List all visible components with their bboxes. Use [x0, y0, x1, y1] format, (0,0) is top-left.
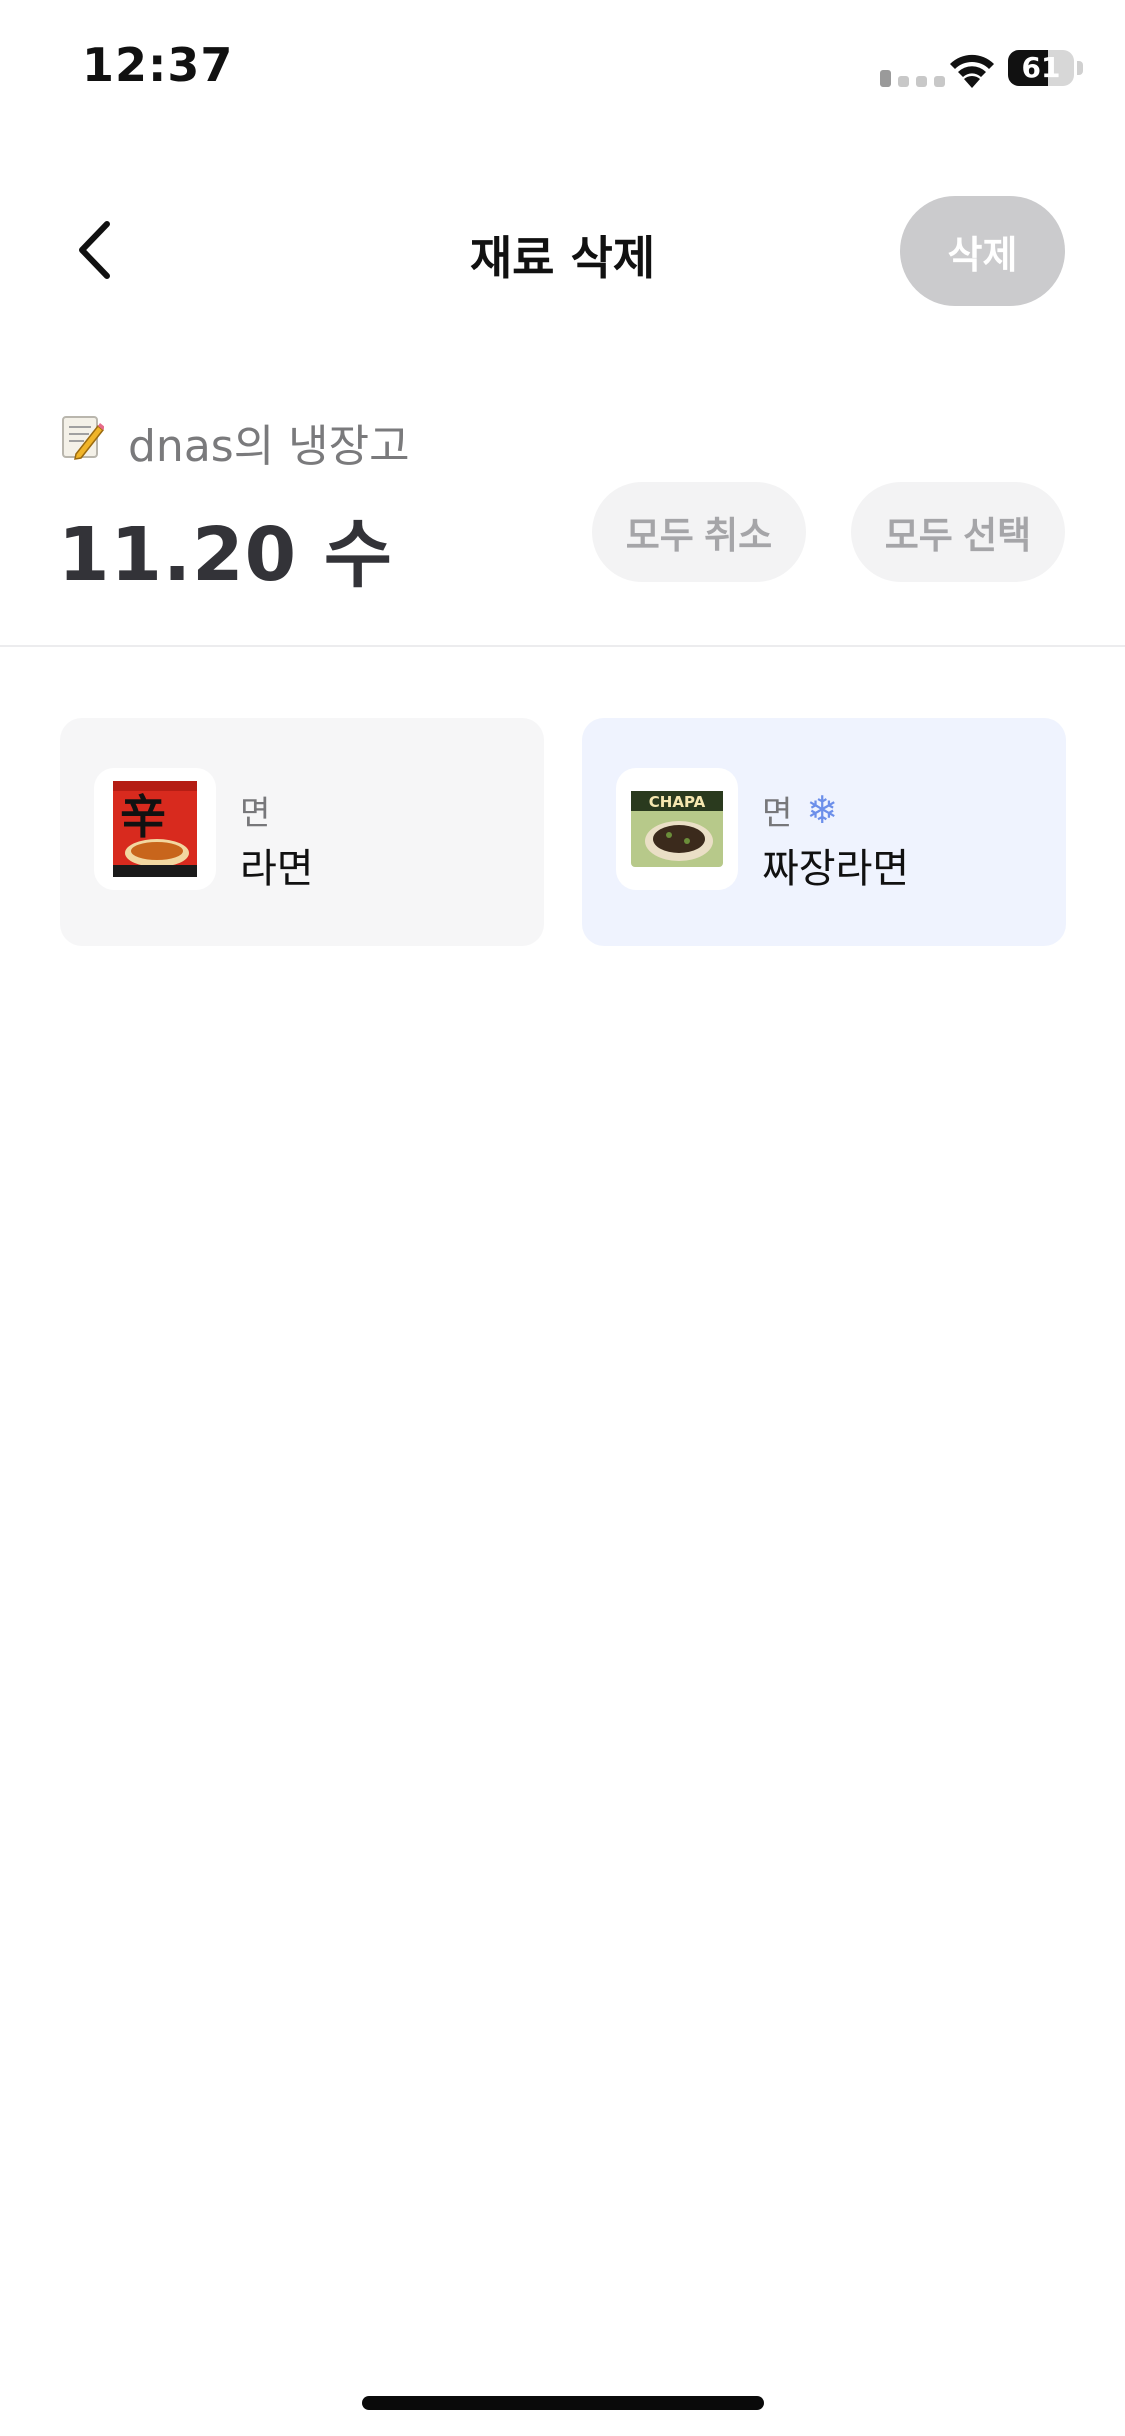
status-time: 12:37 [82, 38, 234, 92]
battery-icon: 61 [1008, 50, 1074, 86]
ingredient-category: 면 [240, 786, 270, 834]
cellular-signal-icon [880, 70, 945, 87]
ramen-package-image: 辛 [94, 768, 216, 890]
ingredient-name: 라면 [240, 846, 314, 892]
category-label: 면 [762, 793, 793, 832]
divider [0, 645, 1125, 647]
wifi-icon [950, 54, 994, 88]
select-all-button[interactable]: 모두 선택 [851, 482, 1065, 582]
battery-cap [1077, 61, 1083, 75]
category-label: 면 [240, 793, 271, 832]
battery-level: 61 [1021, 51, 1061, 84]
jjajang-ramen-package-image: CHAPA [616, 768, 738, 890]
item-count: 11.20 수 [58, 512, 393, 598]
delete-button[interactable]: 삭제 [900, 196, 1065, 306]
svg-text:辛: 辛 [120, 790, 166, 844]
ingredient-name: 짜장라면 [762, 846, 910, 892]
home-indicator [362, 2396, 764, 2410]
deselect-all-button[interactable]: 모두 취소 [592, 482, 806, 582]
ingredient-card-jjajang-ramen[interactable]: CHAPA 면 ❄ 짜장라면 [582, 718, 1066, 946]
fridge-name: dnas의 냉장고 [128, 421, 410, 472]
memo-pencil-icon [62, 416, 104, 460]
snowflake-icon: ❄ [806, 788, 839, 832]
ingredient-category: 면 ❄ [762, 786, 838, 834]
ingredient-card-ramen[interactable]: 辛 면 라면 [60, 718, 544, 946]
svg-text:CHAPA: CHAPA [649, 793, 706, 811]
